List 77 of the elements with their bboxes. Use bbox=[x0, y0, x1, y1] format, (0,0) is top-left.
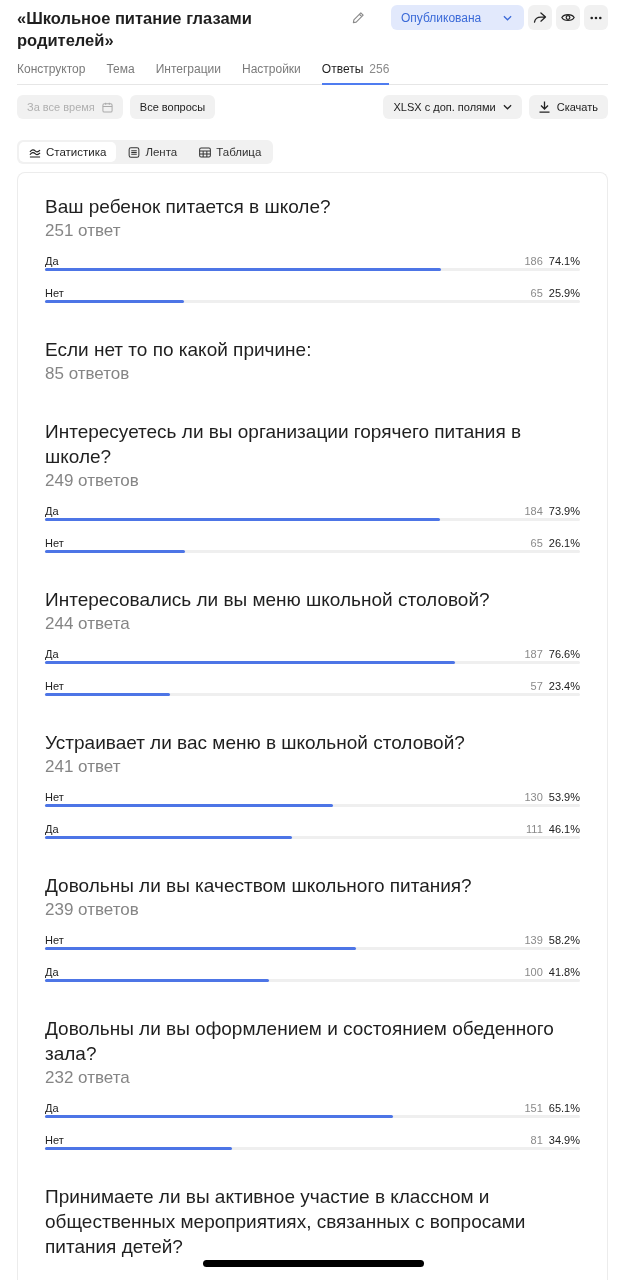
table-icon bbox=[199, 146, 212, 158]
pencil-icon[interactable] bbox=[352, 11, 365, 24]
option-percent: 41.8% bbox=[548, 966, 580, 978]
option-percent: 76.6% bbox=[548, 648, 580, 660]
eye-icon bbox=[561, 12, 575, 23]
option-label: Да bbox=[45, 1102, 60, 1114]
questions-filter-button[interactable]: Все вопросы bbox=[129, 95, 216, 119]
option-count: 184 bbox=[524, 505, 543, 517]
option-percent: 25.9% bbox=[548, 287, 580, 299]
download-button[interactable]: Скачать bbox=[528, 95, 608, 119]
option-percent: 53.9% bbox=[548, 791, 580, 803]
option-count: 100 bbox=[524, 966, 543, 978]
answer-count: 249 ответов bbox=[45, 470, 140, 492]
option-count: 57 bbox=[530, 680, 543, 692]
option-label: Нет bbox=[45, 287, 65, 299]
question-title: Интересовались ли вы меню школьной столовой? bbox=[45, 588, 491, 612]
answer-count: 244 ответа bbox=[45, 613, 131, 635]
option-count: 151 bbox=[524, 1102, 543, 1114]
view-tab[interactable]: Лента bbox=[118, 142, 188, 162]
option-count: 65 bbox=[530, 287, 543, 299]
option-percent: 58.2% bbox=[548, 934, 580, 946]
option-count: 187 bbox=[524, 648, 543, 660]
chart-lines-icon bbox=[29, 146, 41, 158]
option-percent: 65.1% bbox=[548, 1102, 580, 1114]
option-label: Да bbox=[45, 823, 60, 835]
answer-count: 251 ответ bbox=[45, 220, 122, 242]
tab[interactable]: Интеграции bbox=[155, 61, 221, 85]
option-label: Да bbox=[45, 966, 60, 978]
answer-count: 85 ответов bbox=[45, 363, 131, 385]
question-title: Довольны ли вы качеством школьного питания? bbox=[45, 874, 473, 898]
option-count: 65 bbox=[530, 537, 543, 549]
option-label: Да bbox=[45, 505, 60, 517]
download-icon bbox=[538, 101, 550, 113]
share-button[interactable] bbox=[528, 5, 552, 30]
question-title: Принимаете ли вы активное участие в классном и общественных мероприятиях, связанных с вопросами питания детей? bbox=[45, 1185, 527, 1259]
tab[interactable]: Ответы 256 bbox=[321, 61, 390, 85]
answer-count: 241 ответ bbox=[45, 756, 122, 778]
option-label: Нет bbox=[45, 1134, 65, 1146]
chevron-down-icon bbox=[502, 104, 512, 110]
more-icon bbox=[590, 15, 602, 20]
question-title: Устраивает ли вас меню в школьной столовой? bbox=[45, 731, 466, 755]
question-title: Довольны ли вы оформлением и состоянием обеденного зала? bbox=[45, 1017, 555, 1066]
question-title: Ваш ребенок питается в школе? bbox=[45, 195, 332, 219]
option-label: Нет bbox=[45, 680, 65, 692]
option-label: Нет bbox=[45, 934, 65, 946]
option-label: Нет bbox=[45, 791, 65, 803]
option-percent: 34.9% bbox=[548, 1134, 580, 1146]
option-percent: 23.4% bbox=[548, 680, 580, 692]
question-title: Интересуетесь ли вы организации горячего питания в школе? bbox=[45, 420, 523, 469]
answer-count: 232 ответа bbox=[45, 1067, 131, 1089]
option-label: Нет bbox=[45, 537, 65, 549]
preview-button[interactable] bbox=[556, 5, 580, 30]
answer-count: 239 ответов bbox=[45, 899, 140, 921]
export-format-dropdown[interactable]: XLSX с доп. полями bbox=[383, 95, 522, 119]
status-dropdown[interactable]: Опубликована bbox=[391, 5, 524, 30]
option-count: 111 bbox=[526, 823, 543, 835]
form-title: «Школьное питание глазами родителей» bbox=[17, 8, 253, 51]
view-tab[interactable]: Статистика bbox=[19, 142, 117, 162]
option-count: 139 bbox=[524, 934, 543, 946]
option-count: 81 bbox=[530, 1134, 543, 1146]
option-percent: 73.9% bbox=[548, 505, 580, 517]
option-percent: 74.1% bbox=[548, 255, 580, 267]
chevron-down-icon bbox=[503, 14, 512, 21]
calendar-icon bbox=[101, 101, 113, 113]
option-percent: 26.1% bbox=[548, 537, 580, 549]
tab[interactable]: Тема bbox=[106, 61, 135, 85]
tab[interactable]: Настройки bbox=[242, 61, 301, 85]
option-count: 130 bbox=[524, 791, 543, 803]
option-label: Да bbox=[45, 648, 60, 660]
share-icon bbox=[533, 12, 547, 23]
view-tab[interactable]: Таблица bbox=[189, 142, 272, 162]
option-label: Да bbox=[45, 255, 60, 267]
question-title: Если нет то по какой причине: bbox=[45, 338, 313, 362]
list-icon bbox=[128, 146, 141, 158]
option-percent: 46.1% bbox=[548, 823, 580, 835]
tab[interactable]: Конструктор bbox=[17, 61, 86, 85]
option-count: 186 bbox=[524, 255, 543, 267]
